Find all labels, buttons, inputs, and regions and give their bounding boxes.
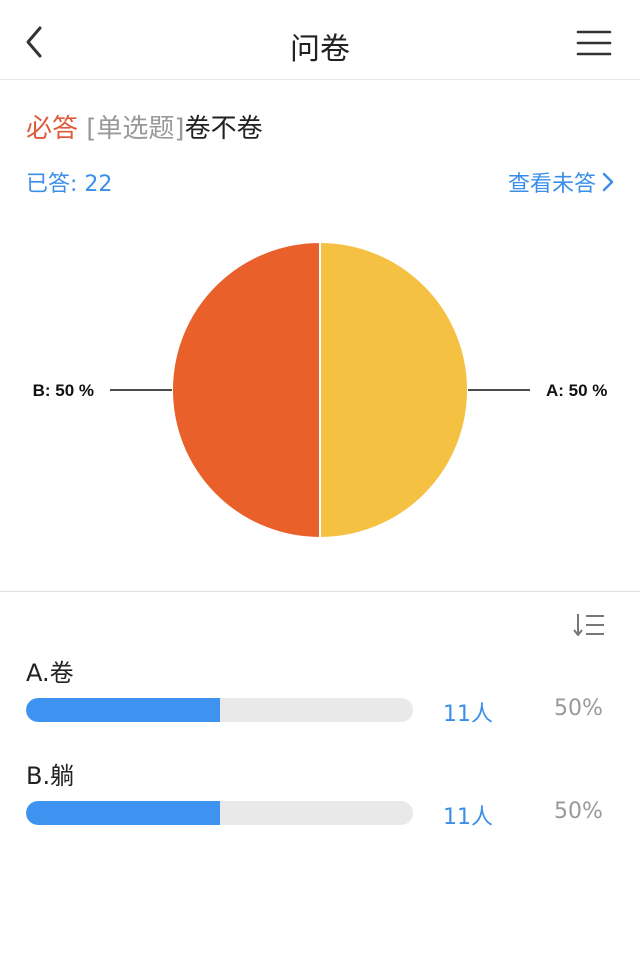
question-heading: 必答 [单选题]卷不卷 [26, 112, 263, 146]
option-progress-track [26, 801, 413, 825]
option-percent: 50% [554, 696, 603, 721]
option-row: A.卷 11人 50% [26, 658, 616, 727]
option-count: 11人 [443, 805, 493, 830]
question-title: 卷不卷 [184, 114, 263, 144]
option-count: 11人 [443, 702, 493, 727]
required-tag: 必答 [26, 114, 79, 144]
page-title: 问卷 [290, 32, 350, 67]
sort-button[interactable] [572, 610, 606, 640]
sort-list-icon [573, 614, 604, 636]
option-progress-fill [26, 698, 220, 722]
header-bar: 问卷 [0, 0, 640, 80]
view-unanswered-label: 查看未答 [507, 172, 596, 197]
option-row: B.躺 11人 50% [26, 761, 616, 830]
pie-slice-b [171, 240, 321, 540]
pie-label-a: A: 50 % [546, 381, 607, 400]
pie-slice-a [319, 240, 469, 540]
section-divider [0, 591, 640, 592]
option-progress-track [26, 698, 413, 722]
view-unanswered-link[interactable]: 查看未答 [508, 166, 614, 198]
pie-chart: A: 50 % B: 50 % [33, 240, 607, 540]
chevron-right-icon [602, 172, 614, 192]
menu-button[interactable] [576, 26, 612, 58]
question-type: [单选题] [86, 114, 185, 144]
pie-label-b: B: 50 % [33, 381, 94, 400]
option-label: B.躺 [26, 762, 75, 790]
hamburger-menu-icon [576, 30, 612, 56]
option-label: A.卷 [26, 659, 74, 687]
option-progress-fill [26, 801, 220, 825]
answered-count: 已答: 22 [26, 172, 113, 197]
option-percent: 50% [554, 799, 603, 824]
